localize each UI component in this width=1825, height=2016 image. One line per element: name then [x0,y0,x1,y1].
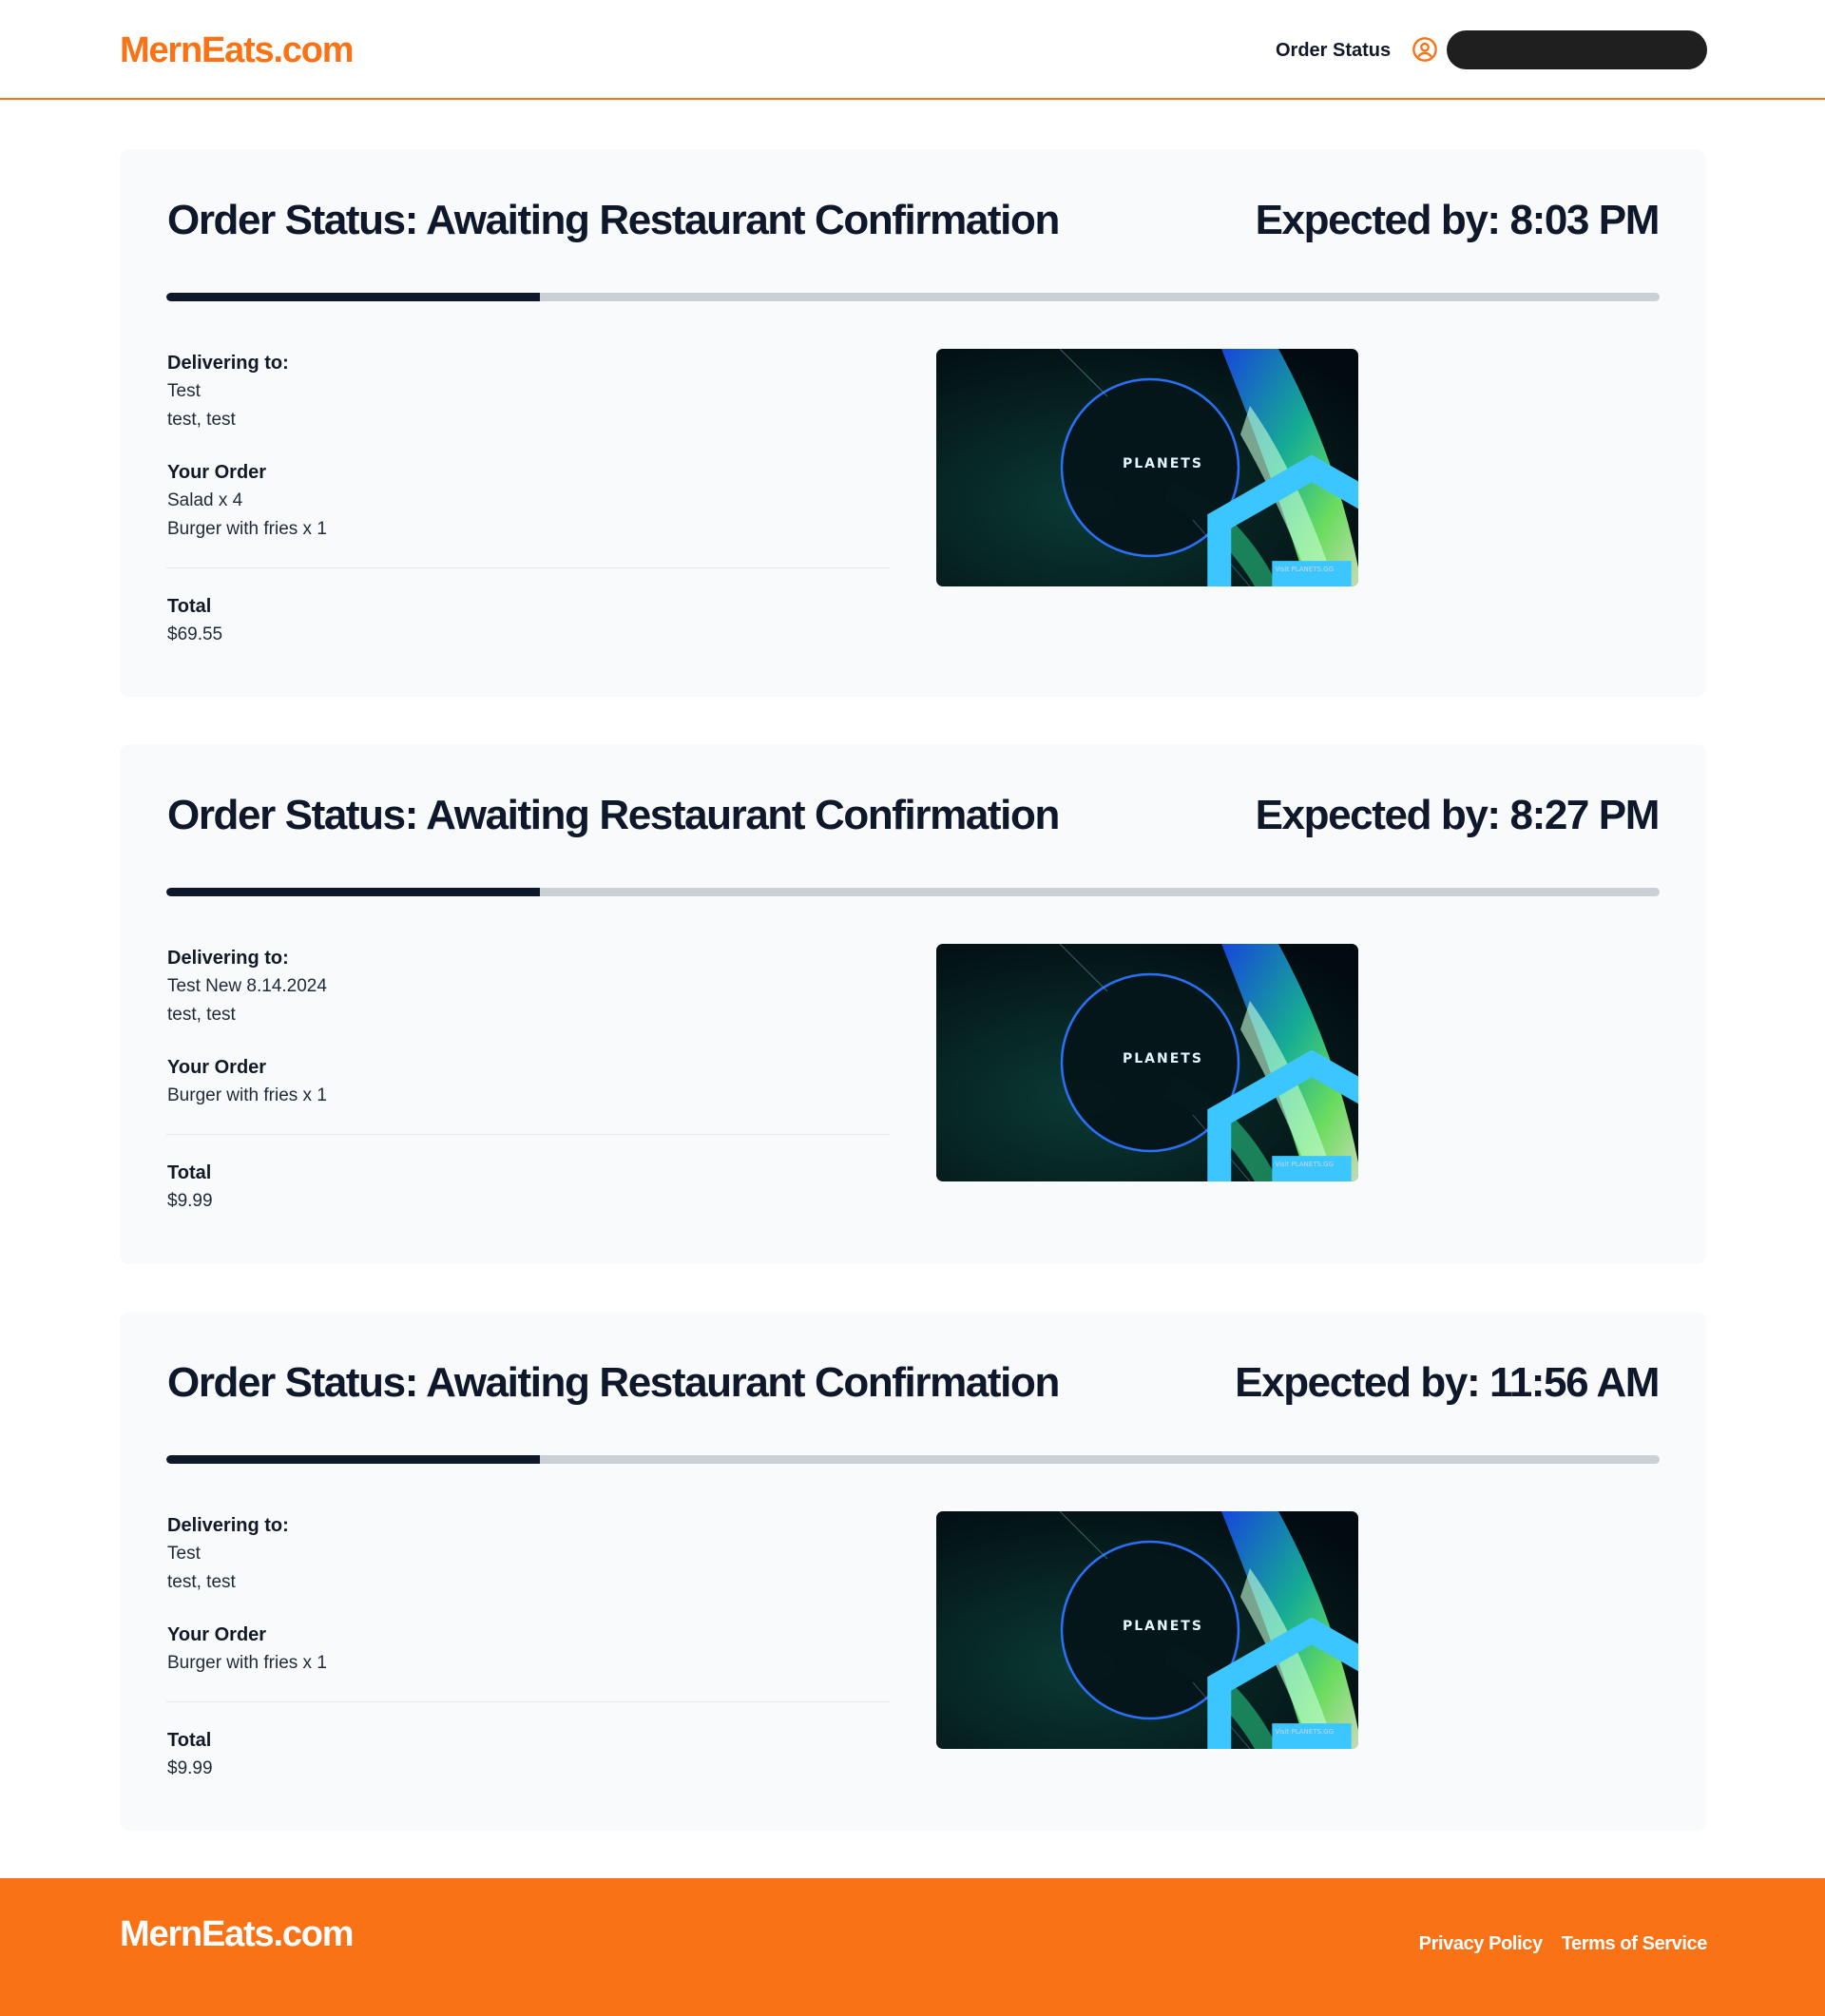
delivering-to-label: Delivering to: [167,948,289,969]
order-status-title: Order Status: Awaiting Restaurant Confir… [167,1359,1060,1406]
footer-links: Privacy Policy Terms of Service [1419,1933,1708,1955]
order-progress-bar [166,1455,1660,1464]
order-progress-bar [166,888,1660,896]
total-amount: $9.99 [167,1191,213,1211]
expected-time: Expected by: 8:27 PM [1255,792,1661,838]
banner-caption: Visit PLANETS.GG [1275,1161,1334,1168]
banner-brand-text: PLANETS [1123,1051,1203,1066]
banner-brand-text: PLANETS [1123,456,1203,471]
user-menu-button[interactable] [1447,30,1707,69]
banner-caption: Visit PLANETS.GG [1275,566,1334,573]
order-status-link[interactable]: Order Status [1276,40,1391,62]
banner-brand-text: PLANETS [1123,1619,1203,1634]
delivery-name: Test New 8.14.2024 [167,976,327,996]
footer-logo[interactable]: MernEats.com [120,1914,355,1955]
divider [166,1134,890,1135]
order-card: Order Status: Awaiting Restaurant Confir… [120,1312,1706,1831]
privacy-policy-link[interactable]: Privacy Policy [1419,1933,1543,1955]
site-footer: MernEats.com Privacy Policy Terms of Ser… [0,1878,1825,2016]
order-status-title: Order Status: Awaiting Restaurant Confir… [167,197,1060,243]
delivery-address: test, test [167,1005,236,1025]
order-status-title: Order Status: Awaiting Restaurant Confir… [167,792,1060,838]
order-progress-fill [166,888,540,896]
order-card: Order Status: Awaiting Restaurant Confir… [120,744,1706,1264]
total-label: Total [167,1730,212,1751]
user-circle-icon[interactable] [1412,36,1438,63]
total-amount: $69.55 [167,624,223,644]
order-progress-fill [166,293,540,301]
delivery-name: Test [167,1544,201,1564]
order-item: Burger with fries x 1 [167,1653,327,1673]
restaurant-image: PLANETS Visit PLANETS.GG [936,349,1358,586]
site-logo[interactable]: MernEats.com [120,30,355,71]
your-order-label: Your Order [167,462,267,483]
order-progress-fill [166,1455,540,1464]
expected-time: Expected by: 11:56 AM [1235,1359,1660,1406]
delivering-to-label: Delivering to: [167,1515,289,1536]
delivery-address: test, test [167,1572,236,1592]
delivery-name: Test [167,381,201,401]
order-item: Salad x 4 [167,490,243,510]
total-label: Total [167,1162,212,1183]
restaurant-image: PLANETS Visit PLANETS.GG [936,944,1358,1181]
total-label: Total [167,596,212,617]
order-card: Order Status: Awaiting Restaurant Confir… [120,149,1706,697]
total-amount: $9.99 [167,1758,213,1778]
divider [166,1701,890,1702]
restaurant-image: PLANETS Visit PLANETS.GG [936,1511,1358,1749]
divider [166,567,890,568]
terms-of-service-link[interactable]: Terms of Service [1562,1933,1708,1955]
banner-caption: Visit PLANETS.GG [1275,1728,1334,1736]
site-header: MernEats.com Order Status [0,0,1825,100]
delivering-to-label: Delivering to: [167,353,289,374]
order-item: Burger with fries x 1 [167,519,327,539]
your-order-label: Your Order [167,1624,267,1645]
expected-time: Expected by: 8:03 PM [1255,197,1661,243]
order-item: Burger with fries x 1 [167,1085,327,1105]
your-order-label: Your Order [167,1057,267,1078]
order-progress-bar [166,293,1660,301]
delivery-address: test, test [167,410,236,430]
